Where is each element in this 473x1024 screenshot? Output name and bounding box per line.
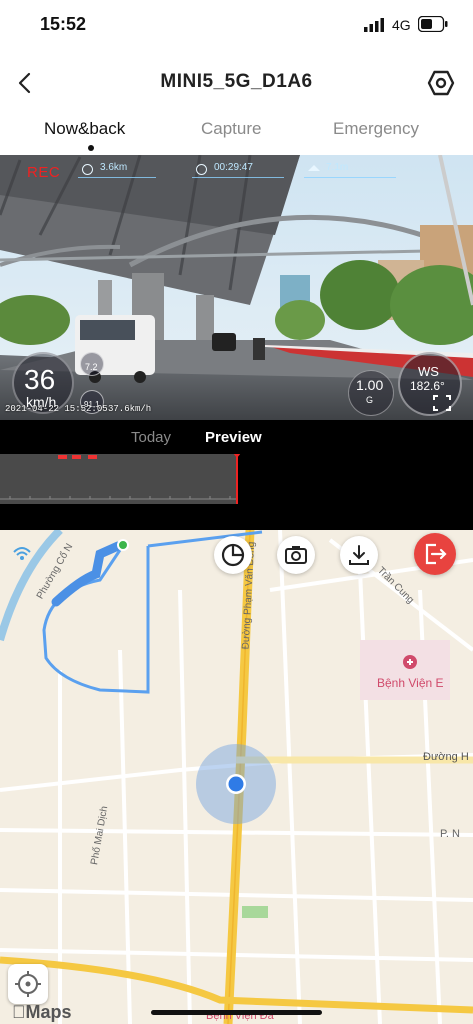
timeline-track-graphic bbox=[0, 453, 473, 504]
home-indicator[interactable] bbox=[151, 1010, 322, 1015]
settings-button[interactable] bbox=[426, 68, 456, 98]
maps-logo: Maps bbox=[12, 1002, 72, 1023]
settings-icon bbox=[427, 70, 455, 96]
hud-altitude: 7.1m bbox=[304, 162, 396, 178]
speed-value: 36 bbox=[24, 364, 56, 395]
download-icon bbox=[349, 545, 369, 565]
compass-direction: WS bbox=[418, 364, 439, 379]
stats-button[interactable] bbox=[214, 536, 252, 574]
tab-active-indicator bbox=[88, 145, 94, 151]
mountain-icon bbox=[308, 165, 320, 171]
timeline-today-tab[interactable]: Today bbox=[131, 429, 171, 446]
video-speed-text: 37.6km/h bbox=[108, 404, 152, 414]
pin-icon bbox=[82, 164, 93, 175]
crosshair-icon bbox=[15, 971, 41, 997]
map-label-duong-h: Đường H bbox=[423, 751, 469, 763]
rec-indicator: REC bbox=[27, 164, 61, 181]
fullscreen-button[interactable] bbox=[432, 394, 452, 412]
hud-elapsed-time: 00:29:47 bbox=[192, 162, 284, 178]
map-view[interactable] bbox=[0, 530, 473, 1024]
back-button[interactable] bbox=[12, 68, 40, 98]
hud-distance-value: 3.6km bbox=[100, 162, 128, 173]
map-label-benh-vien-e: Bệnh Viện E bbox=[377, 676, 444, 690]
hud-distance: 3.6km bbox=[78, 162, 156, 178]
map-label-pn: P. N bbox=[440, 828, 460, 840]
expand-icon bbox=[433, 395, 451, 411]
tab-now-back[interactable]: Now&back bbox=[44, 119, 125, 139]
hud-elapsed-value: 00:29:47 bbox=[214, 162, 253, 173]
snapshot-button[interactable] bbox=[277, 536, 315, 574]
pie-chart-icon bbox=[221, 543, 245, 567]
apple-icon:  bbox=[12, 1002, 26, 1022]
page-title: MINI5_5G_D1A6 bbox=[160, 71, 313, 92]
network-label: 4G bbox=[392, 17, 411, 33]
compass-heading: 182.6° bbox=[410, 379, 445, 393]
gforce-unit: G bbox=[366, 395, 374, 405]
exit-button[interactable] bbox=[414, 533, 456, 575]
tab-emergency[interactable]: Emergency bbox=[333, 119, 419, 139]
mini-gauge-a-value: 7.2 bbox=[85, 362, 98, 372]
chevron-left-icon bbox=[18, 72, 31, 94]
clock-icon bbox=[196, 164, 207, 175]
map-image bbox=[0, 530, 473, 1024]
status-time: 15:52 bbox=[40, 14, 87, 34]
gforce-value: 1.00 bbox=[356, 377, 384, 393]
locate-me-button[interactable] bbox=[8, 964, 48, 1004]
camera-icon bbox=[285, 546, 307, 564]
maps-logo-text: Maps bbox=[12, 1002, 72, 1022]
hud-altitude-value: 7.1m bbox=[326, 162, 349, 173]
download-button[interactable] bbox=[340, 536, 378, 574]
battery-icon bbox=[418, 16, 448, 32]
timeline-scrubber[interactable] bbox=[0, 453, 473, 504]
video-timestamp: 2021-04-22 15:52:05 bbox=[5, 404, 108, 414]
tab-capture[interactable]: Capture bbox=[201, 119, 261, 139]
logout-icon bbox=[425, 543, 447, 565]
timeline-preview-tab[interactable]: Preview bbox=[205, 429, 262, 446]
signal-icon bbox=[364, 18, 384, 32]
